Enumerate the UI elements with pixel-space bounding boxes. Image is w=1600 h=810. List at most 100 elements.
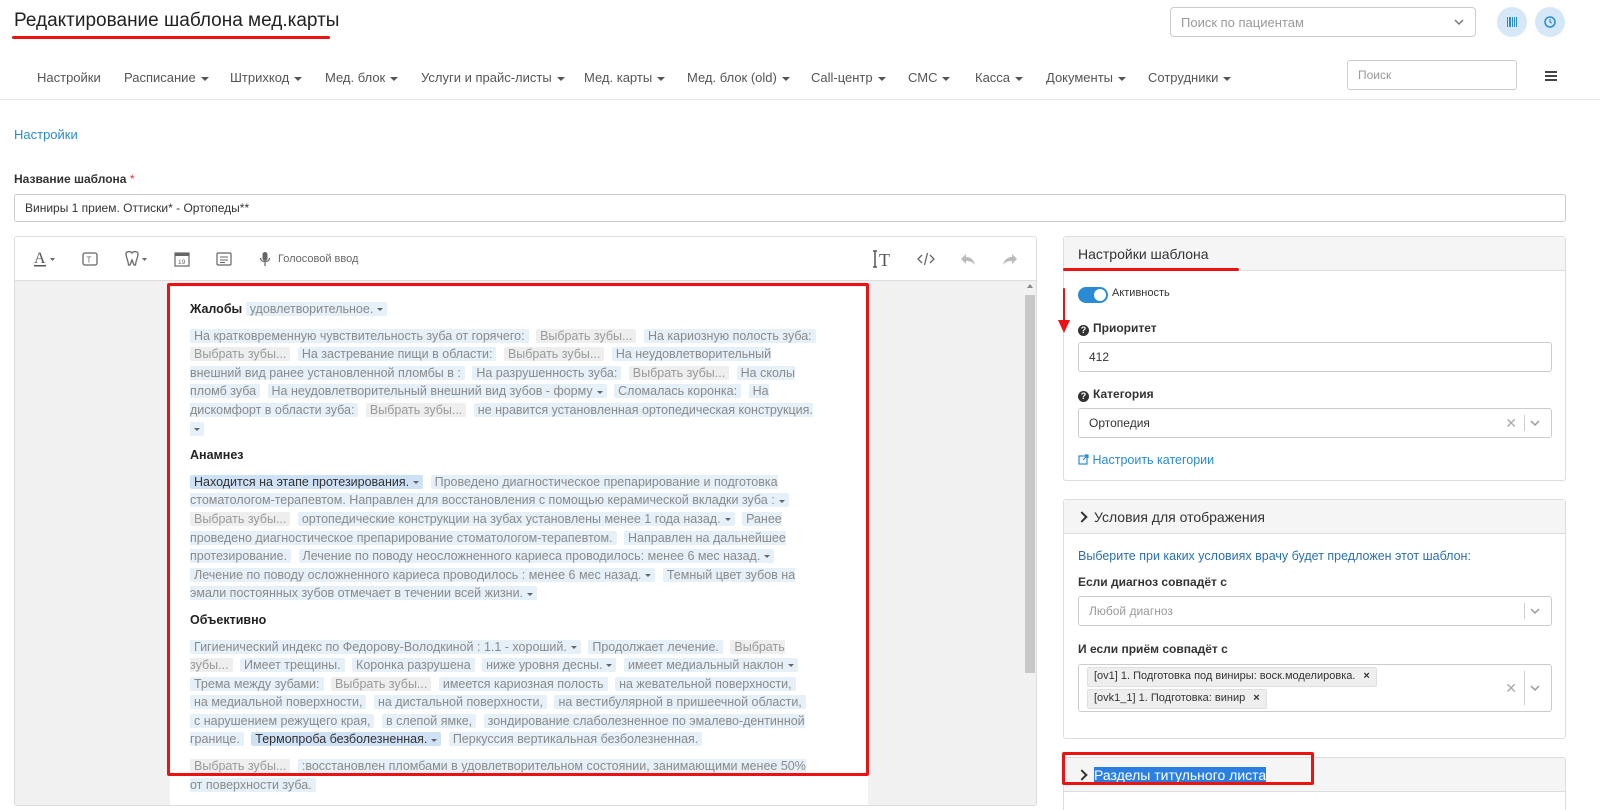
nav-item-schedule[interactable]: Расписание: [124, 70, 209, 85]
nav-item-settings[interactable]: Настройки: [37, 70, 101, 85]
font-color-icon: A: [34, 250, 55, 267]
nav-item-employees[interactable]: Сотрудники: [1148, 70, 1232, 85]
template-text-field[interactable]: на жевательной поверхности,: [615, 676, 796, 691]
template-text-field[interactable]: Перкуссия вертикальная безболезненная.: [448, 732, 703, 747]
template-text-field[interactable]: в слепой ямке,: [381, 713, 477, 728]
template-dropdown-field[interactable]: Гигиенический индекс по Федорову-Володки…: [190, 639, 581, 654]
caret-down-icon: [527, 592, 534, 596]
caret-down-icon: [1223, 76, 1232, 81]
template-text-field[interactable]: На кратковременную чувствительность зуба…: [190, 328, 529, 343]
template-text-field[interactable]: Продолжает лечение.: [588, 639, 723, 654]
template-field-button[interactable]: T: [81, 249, 99, 269]
redo-button[interactable]: [1001, 249, 1019, 269]
template-text-field[interactable]: на дистальной поверхности,: [373, 695, 547, 710]
nav-item-cashbox[interactable]: Касса: [975, 70, 1024, 85]
template-text-field[interactable]: с нарушением режущего края,: [190, 713, 375, 728]
caret-down-icon: [778, 499, 785, 503]
configure-categories-link[interactable]: Настроить категории: [1078, 453, 1214, 467]
template-text-field[interactable]: Сломалась коронка:: [614, 384, 742, 399]
scrollbar-thumb[interactable]: [1025, 295, 1035, 673]
template-text-field[interactable]: на вестибулярной в пришеечной области,: [554, 695, 806, 710]
tooth-button[interactable]: [123, 249, 149, 269]
template-text-field[interactable]: Коронка разрушена: [352, 658, 475, 673]
clear-x-icon[interactable]: ✕: [1505, 416, 1517, 430]
template-dropdown-field[interactable]: Термопроба безболезненная.: [251, 732, 442, 747]
tooth-picker-field[interactable]: Выбрать зубы...: [190, 511, 291, 526]
tooth-picker-field[interactable]: Выбрать зубы...: [190, 347, 291, 362]
editor-scrollbar[interactable]: [1023, 281, 1036, 805]
calendar-button[interactable]: 19: [173, 249, 191, 269]
scroll-up-arrow-icon[interactable]: [1027, 284, 1033, 288]
active-toggle[interactable]: [1078, 287, 1108, 303]
tooth-picker-field[interactable]: Выбрать зубы...: [190, 759, 291, 774]
caret-down-icon: [194, 427, 200, 431]
section-heading-line: Объективно: [190, 611, 820, 630]
chevron-down-icon[interactable]: [1529, 682, 1541, 694]
nav-item-med-block[interactable]: Мед. блок: [325, 70, 399, 85]
nav-item-documents[interactable]: Документы: [1046, 70, 1127, 85]
priority-label: ? Приоритет: [1078, 321, 1157, 336]
template-dropdown-field[interactable]: Лечение по поводу неосложненного кариеса…: [298, 549, 775, 564]
template-text-field[interactable]: На застревание пищи в области:: [297, 347, 497, 362]
hamburger-menu-icon[interactable]: [1545, 71, 1557, 81]
template-text-field[interactable]: Трема между зубами:: [190, 676, 324, 691]
source-code-button[interactable]: [917, 249, 935, 269]
voice-input-label: Голосовой ввод: [278, 253, 359, 265]
font-size-button[interactable]: T: [873, 249, 895, 269]
template-settings-title: Настройки шаблона: [1078, 246, 1209, 262]
diagnosis-select[interactable]: Любой диагноз: [1078, 596, 1552, 626]
section-title: Анамнез: [190, 448, 244, 463]
nav-search-input[interactable]: Поиск: [1347, 60, 1517, 90]
nav-item-barcode[interactable]: Штрихкод: [230, 70, 303, 85]
clear-x-icon[interactable]: ✕: [1505, 681, 1517, 695]
tooth-picker-field[interactable]: Выбрать зубы...: [628, 365, 730, 380]
caret-down-icon: [781, 76, 790, 81]
template-text-field[interactable]: имеется кариозная полость: [438, 676, 608, 691]
diagnosis-label: Если диагноз совпадёт с: [1078, 575, 1227, 589]
tooth-picker-field[interactable]: Выбрать зубы...: [536, 328, 637, 343]
tooth-picker-field[interactable]: Выбрать зубы...: [365, 402, 467, 417]
caret-down-icon: [606, 664, 613, 668]
patient-search-select[interactable]: Поиск по пациентам: [1170, 7, 1476, 37]
tooth-picker-field[interactable]: Выбрать зубы...: [503, 347, 605, 362]
voice-input-button[interactable]: Голосовой ввод: [259, 249, 358, 269]
template-dropdown-field[interactable]: ортопедические конструкции на зубах уста…: [297, 511, 735, 526]
remove-tag-x-icon[interactable]: ×: [1253, 692, 1259, 704]
clock-button[interactable]: [1535, 7, 1565, 37]
breadcrumb[interactable]: Настройки: [14, 127, 78, 142]
nav-item-med-cards[interactable]: Мед. карты: [584, 70, 666, 85]
appointment-multiselect[interactable]: [ov1] 1. Подготовка под виниры: воск.мод…: [1078, 664, 1552, 712]
barcode-button[interactable]: [1497, 7, 1527, 37]
nav-item-call-center[interactable]: Call-центр: [811, 70, 886, 85]
template-dropdown-field[interactable]: Лечение по поводу осложненного кариеса п…: [190, 567, 656, 582]
text-block-button[interactable]: [215, 249, 233, 269]
chevron-down-icon[interactable]: [1529, 417, 1541, 429]
template-settings-panel: Настройки шаблона Активность ? Приоритет …: [1063, 236, 1566, 481]
redo-icon: [1003, 254, 1017, 265]
template-text-field[interactable]: на медиальной поверхности,: [190, 695, 367, 710]
nav-item-services[interactable]: Услуги и прайс-листы: [421, 70, 565, 85]
template-dropdown-field[interactable]: ниже уровня десны.: [482, 658, 617, 673]
font-color-button[interactable]: A: [33, 249, 57, 269]
tooth-picker-field[interactable]: Выбрать зубы...: [330, 676, 432, 691]
undo-button[interactable]: [959, 249, 977, 269]
nav-item-sms[interactable]: СМС: [908, 70, 951, 85]
category-select[interactable]: Ортопедия ✕: [1078, 408, 1552, 438]
template-text-field[interactable]: Имеет трещины.: [240, 658, 345, 673]
display-conditions-header[interactable]: Условия для отображения: [1064, 500, 1565, 534]
template-dropdown-field[interactable]: Находится на этапе протезирования.: [190, 474, 424, 489]
chevron-down-icon[interactable]: [1529, 605, 1541, 617]
priority-input[interactable]: 412: [1078, 342, 1552, 372]
remove-tag-x-icon[interactable]: ×: [1363, 670, 1369, 682]
template-text-field[interactable]: На кариозную полость зуба:: [643, 328, 816, 343]
nav-item-med-block-old[interactable]: Мед. блок (old): [687, 70, 790, 85]
template-dropdown-field[interactable]: имеет медиальный наклон: [623, 658, 798, 673]
svg-text:A: A: [34, 250, 46, 267]
appointment-label: И если приём совпадёт с: [1078, 642, 1228, 656]
template-dropdown-field[interactable]: На неудовлетворительный внешний вид зубо…: [267, 384, 607, 399]
template-name-input[interactable]: Виниры 1 прием. Оттиски* - Ортопеды**: [14, 194, 1566, 222]
template-text-field[interactable]: На разрушенность зуба:: [472, 365, 622, 380]
template-dropdown-field[interactable]: удовлетворительное.: [245, 302, 388, 316]
section-heading-line: Жалобы удовлетворительное.: [190, 300, 820, 319]
required-mark: *: [129, 172, 135, 186]
